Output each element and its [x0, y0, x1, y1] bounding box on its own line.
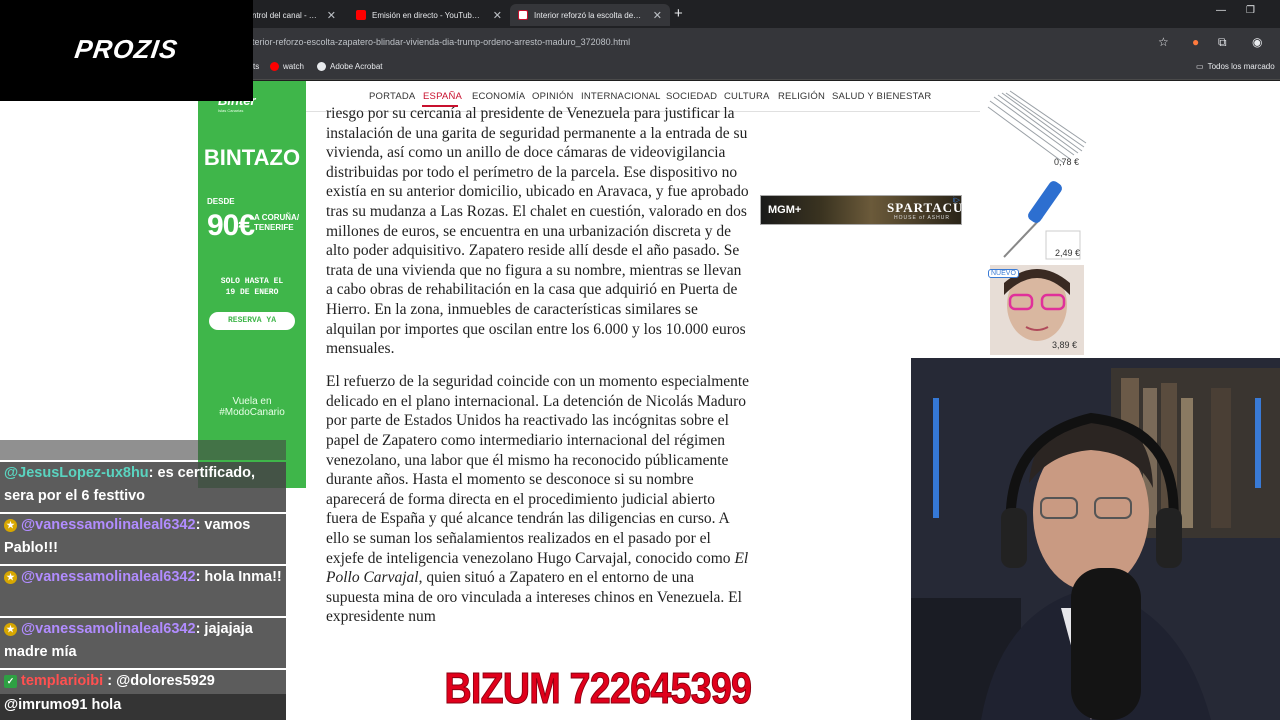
bizum-donation-banner: BIZUM 722645399	[444, 664, 753, 714]
destination-line: TENERIFE	[254, 223, 294, 232]
chat-message: ★ @vanessamolinaleal6342: vamos Pablo!!!	[0, 514, 286, 564]
nav-espana[interactable]: ESPAÑA	[423, 91, 462, 102]
tab-channel-control[interactable]: ntrol del canal - Yo ✕	[244, 4, 344, 26]
all-bookmarks-label: Todos los marcado	[1207, 62, 1275, 71]
close-icon[interactable]: ✕	[653, 9, 662, 22]
article-paragraph: El refuerzo de la seguridad coincide con…	[326, 372, 750, 627]
chat-username[interactable]: @vanessamolinaleal6342	[21, 621, 196, 637]
nav-salud-bienestar[interactable]: SALUD Y BIENESTAR	[832, 91, 932, 102]
tagline-line: #ModoCanario	[219, 407, 285, 418]
new-tab-button[interactable]: +	[674, 5, 683, 22]
ad-choices-icon[interactable]	[1086, 85, 1092, 95]
nav-sociedad[interactable]: SOCIEDAD	[666, 91, 717, 102]
nav-opinion[interactable]: OPINIÓN	[532, 91, 574, 102]
chat-message: ★ @vanessamolinaleal6342: hola Inma!!	[0, 566, 286, 616]
ad-info-icon[interactable]: i▷	[953, 196, 960, 204]
promo-line: SOLO HASTA EL	[220, 277, 284, 286]
binter-ad[interactable]: Binter Islas Canarias BINTAZO DESDE 90€ …	[198, 81, 306, 488]
reserva-button[interactable]: RESERVA YA	[209, 312, 295, 330]
moderator-badge-icon: ✓	[4, 674, 17, 688]
nav-cultura[interactable]: CULTURA	[724, 91, 770, 102]
chat-username[interactable]: @JesusLopez-ux8hu	[4, 465, 149, 481]
bookmark-star-icon[interactable]: ☆	[1158, 35, 1169, 49]
chat-message: @JesusLopez-ux8hu: es certificado, sera …	[0, 462, 286, 512]
ad-price: 90€	[207, 209, 255, 242]
youtube-icon	[356, 10, 366, 20]
bookmark-watch[interactable]: watch	[270, 62, 304, 71]
chat-text: : hola Inma!!	[195, 569, 282, 585]
nav-economia[interactable]: ECONOMÍA	[472, 91, 525, 102]
chat-message-partial	[0, 440, 286, 460]
extensions-puzzle-icon[interactable]: ⧉	[1218, 35, 1227, 50]
bookmark-label: ts	[253, 62, 260, 71]
restore-icon[interactable]: ❐	[1246, 5, 1255, 16]
member-badge-icon: ★	[4, 518, 17, 532]
article-body: riesgo por su cercanía al presidente de …	[326, 104, 750, 640]
chat-text: @imrumo91 hola	[4, 697, 122, 713]
ad-tagline: Vuela en #ModoCanario	[198, 396, 306, 418]
article-text: El refuerzo de la seguridad coincide con…	[326, 373, 750, 567]
webcam-image	[911, 358, 1280, 720]
chat-message: ★ @vanessamolinaleal6342: jajajaja madre …	[0, 618, 286, 668]
tab-youtube-live[interactable]: Emisión en directo - YouTube S ✕	[348, 4, 510, 26]
adobe-icon	[317, 62, 326, 71]
product-ad-spokes[interactable]: 0,78 €	[984, 85, 1090, 173]
site-favicon-icon	[518, 10, 528, 20]
bookmark-adobe[interactable]: Adobe Acrobat	[317, 62, 382, 71]
all-bookmarks[interactable]: ▭ Todos los marcado	[1196, 62, 1275, 71]
extension-icon[interactable]: ●	[1192, 35, 1199, 49]
promo-line: 19 DE ENERO	[225, 288, 279, 297]
ad-headline: BINTAZO	[203, 145, 301, 170]
article-paragraph: riesgo por su cercanía al presidente de …	[326, 105, 749, 358]
chat-message: ✓ templarioibi : @dolores5929	[0, 670, 286, 694]
tab-label: ntrol del canal - Yo	[252, 10, 317, 20]
youtube-icon	[270, 62, 279, 71]
product-price: 3,89 €	[1052, 340, 1078, 350]
folder-icon: ▭	[1196, 62, 1204, 71]
chat-username[interactable]: @vanessamolinaleal6342	[21, 517, 196, 533]
product-price: 0,78 €	[1054, 157, 1080, 167]
bookmark-label: Adobe Acrobat	[330, 62, 383, 71]
prozis-logo: PROZIS	[73, 34, 181, 64]
chat-username[interactable]: templarioibi	[21, 673, 103, 689]
binter-logo-sub: Islas Canarias	[218, 108, 244, 113]
destination-line: A CORUÑA/	[254, 213, 300, 222]
bookmark-item[interactable]: ts	[253, 62, 259, 71]
tab-label: Interior reforzó la escolta de Za	[534, 10, 643, 20]
address-bar[interactable]: terior-reforzo-escolta-zapatero-blindar-…	[252, 37, 630, 47]
tab-label: Emisión en directo - YouTube S	[372, 10, 483, 20]
chat-text: : @dolores5929	[107, 673, 215, 689]
mgm-spartacus-ad[interactable]: MGM+ SPARTACUS HOUSE of ASHUR i▷	[760, 195, 971, 225]
ad-destination: A CORUÑA/TENERIFE	[254, 213, 299, 233]
new-badge: NUEVO	[988, 269, 1019, 278]
member-badge-icon: ★	[4, 570, 17, 584]
tab-article[interactable]: Interior reforzó la escolta de Za ✕	[510, 4, 670, 26]
mgm-logo: MGM+	[768, 204, 802, 216]
profile-avatar[interactable]: ◉	[1252, 35, 1262, 49]
ad-promo: SOLO HASTA EL 19 DE ENERO	[198, 276, 306, 298]
chat-message: @imrumo91 hola	[0, 694, 286, 720]
nav-internacional[interactable]: INTERNACIONAL	[581, 91, 661, 102]
prozis-logo-overlay: PROZIS	[0, 0, 253, 101]
tagline-line: Vuela en	[232, 396, 272, 407]
member-badge-icon: ★	[4, 622, 17, 636]
product-ad-screwdriver[interactable]: 2,49 €	[984, 175, 1090, 263]
minimize-icon[interactable]: —	[1216, 5, 1226, 16]
nav-portada[interactable]: PORTADA	[369, 91, 415, 102]
bookmark-label: watch	[283, 62, 304, 71]
ad-subtitle: HOUSE of ASHUR	[894, 215, 950, 221]
close-icon[interactable]: ✕	[327, 9, 336, 22]
close-icon[interactable]: ✕	[493, 9, 502, 22]
webcam-feed	[911, 358, 1280, 720]
chat-username[interactable]: @vanessamolinaleal6342	[21, 569, 196, 585]
ad-desde: DESDE	[207, 197, 235, 206]
screen: ntrol del canal - Yo ✕ Emisión en direct…	[0, 0, 1280, 720]
nav-religion[interactable]: RELIGIÓN	[778, 91, 825, 102]
product-ad-glasses[interactable]: 3,89 €	[990, 265, 1084, 355]
product-price: 2,49 €	[1055, 248, 1081, 258]
